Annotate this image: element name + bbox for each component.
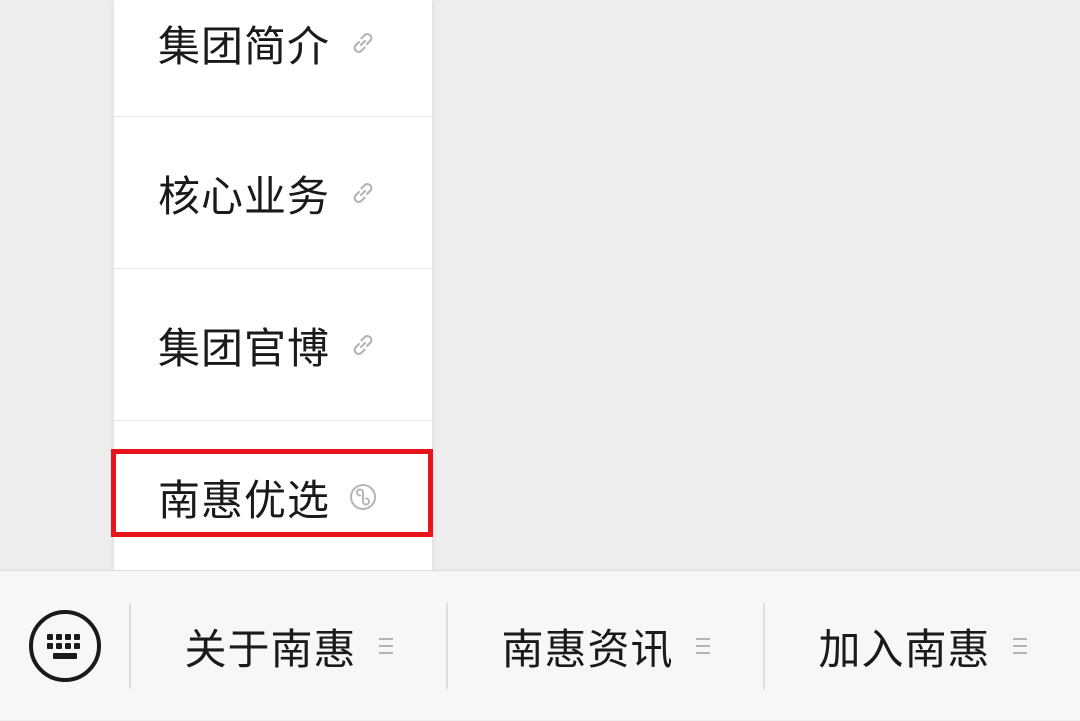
menu-button-label: 南惠资讯 (501, 624, 674, 674)
menu-button-label: 加入南惠 (818, 624, 991, 674)
submenu-item-group-intro[interactable]: 集团简介 (114, 0, 432, 118)
submenu-item-label: 核心业务 (158, 171, 331, 221)
link-icon (348, 178, 378, 208)
menu-icon (695, 638, 710, 654)
link-icon (348, 28, 378, 58)
link-icon (348, 330, 378, 360)
menu-icon (1012, 638, 1027, 654)
submenu-divider (114, 420, 432, 421)
menu-button-join[interactable]: 加入南惠 (765, 571, 1080, 721)
official-account-menu-bar: 关于南惠 南惠资讯 加入南惠 (0, 570, 1080, 720)
menu-button-about[interactable]: 关于南惠 (131, 571, 446, 721)
submenu-divider (114, 268, 432, 269)
submenu-item-label: 集团官博 (158, 323, 331, 373)
submenu-divider (114, 116, 432, 117)
keyboard-icon (29, 610, 101, 682)
highlight-box (111, 449, 433, 537)
menu-button-label: 关于南惠 (184, 624, 357, 674)
submenu-item-label: 集团简介 (158, 21, 331, 71)
menu-button-news[interactable]: 南惠资讯 (448, 571, 763, 721)
menu-icon (378, 638, 393, 654)
keyboard-toggle-button[interactable] (28, 609, 102, 683)
submenu-item-official-blog[interactable]: 集团官博 (114, 270, 432, 420)
submenu-item-core-business[interactable]: 核心业务 (114, 118, 432, 268)
